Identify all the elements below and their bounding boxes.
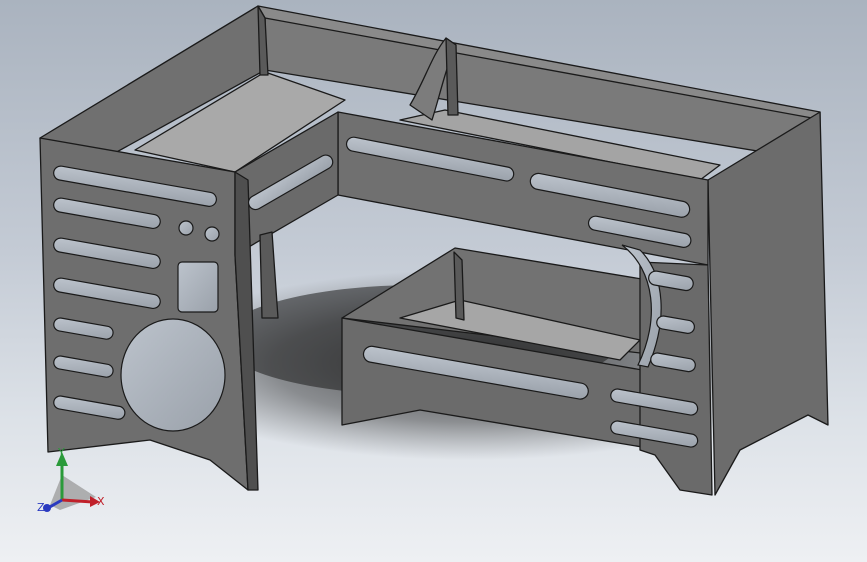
post-back-middle[interactable] [445, 37, 459, 116]
z-axis-label: Z [37, 501, 45, 514]
large-round-cutout [120, 318, 226, 432]
coordinate-triad[interactable]: Y X Z [37, 446, 105, 514]
post-lower[interactable] [453, 251, 465, 321]
y-axis-label: Y [57, 446, 65, 459]
post-center-leg[interactable] [259, 231, 279, 319]
triad-base [50, 475, 96, 510]
right-end-panel[interactable] [707, 111, 829, 496]
hole-small-1 [178, 220, 194, 236]
square-cutout [177, 261, 219, 313]
hole-small-2 [204, 226, 220, 242]
bunk-bed-model[interactable]: Y X Z [0, 0, 867, 562]
x-axis-label: X [97, 495, 105, 508]
x-axis-line [61, 498, 94, 504]
cad-viewport[interactable]: Y X Z [0, 0, 867, 562]
